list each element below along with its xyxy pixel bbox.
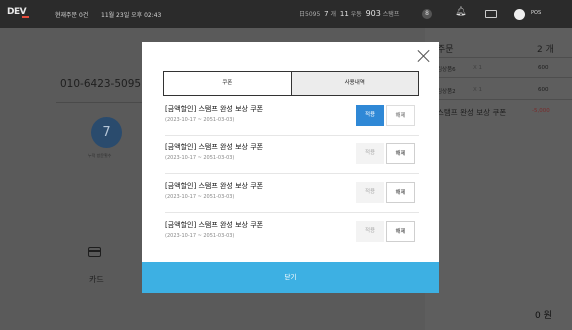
coupon-period: (2023-10-17 ~ 2051-03-03) — [165, 194, 235, 200]
app-logo: DEV — [7, 7, 29, 18]
divider — [56, 102, 156, 103]
card-icon — [88, 247, 101, 257]
coupon-period: (2023-10-17 ~ 2051-03-03) — [165, 117, 235, 123]
tab-usage-history[interactable]: 사용내역 — [290, 72, 418, 95]
order-item-price: 600 — [538, 87, 549, 93]
divider — [165, 173, 419, 174]
apply-button[interactable]: 적용 — [356, 105, 384, 126]
order-item-name: 김상품2 — [437, 89, 456, 95]
divider — [425, 77, 572, 78]
coupon-row: [금액할인] 스탬프 완성 보상 쿠폰 (2023-10-17 ~ 2051-0… — [165, 104, 419, 142]
order-item-name: 김상품6 — [437, 67, 456, 73]
coupon-period: (2023-10-17 ~ 2051-03-03) — [165, 155, 235, 161]
status-stats: 日5095 7 개 11 우동 903 스탬프 — [299, 9, 400, 18]
stamp-label: 누적 방문횟수 — [88, 153, 112, 158]
coupon-name: [금액할인] 스탬프 완성 보상 쿠폰 — [165, 221, 264, 229]
coupon-row: [금액할인] 스탬프 완성 보상 쿠폰 (2023-10-17 ~ 2051-0… — [165, 181, 419, 219]
top-bar: DEV 현재주문 0건 11월 23일 오후 02:43 日5095 7 개 1… — [0, 0, 572, 28]
order-item-price: 600 — [538, 65, 549, 71]
release-button[interactable]: 해제 — [386, 105, 415, 126]
bell-icon[interactable]: 🔔︎ — [455, 7, 466, 17]
applied-coupon-name: 스탬프 완성 보상 쿠폰 — [437, 108, 507, 117]
order-panel — [425, 28, 572, 330]
datetime: 11월 23일 오후 02:43 — [101, 12, 162, 19]
stamp-count-badge: 7 — [91, 117, 122, 148]
order-count: 2 개 — [537, 45, 554, 55]
current-orders-label: 현재주문 0건 — [55, 12, 89, 19]
order-item-qty: X 1 — [473, 65, 483, 71]
divider — [165, 135, 419, 136]
coupon-name: [금액할인] 스탬프 완성 보상 쿠폰 — [165, 143, 264, 151]
pos-label: POS — [531, 10, 542, 16]
customer-phone: 010-6423-5095 — [60, 78, 142, 90]
order-title: 주문 — [437, 45, 454, 55]
coupon-name: [금액할인] 스탬프 완성 보상 쿠폰 — [165, 182, 264, 190]
close-icon[interactable] — [417, 49, 431, 63]
coupon-row: [금액할인] 스탬프 완성 보상 쿠폰 (2023-10-17 ~ 2051-0… — [165, 220, 419, 258]
apply-button[interactable]: 적용 — [356, 182, 384, 203]
mode-toggle[interactable] — [514, 9, 525, 20]
apply-button[interactable]: 적용 — [356, 143, 384, 164]
divider — [425, 99, 572, 100]
coupon-name: [금액할인] 스탬프 완성 보상 쿠폰 — [165, 105, 264, 113]
release-button[interactable]: 해제 — [386, 143, 415, 164]
tab-coupon[interactable]: 쿠폰 — [164, 72, 291, 95]
release-button[interactable]: 해제 — [386, 221, 415, 242]
close-button[interactable]: 닫기 — [142, 262, 439, 293]
release-button[interactable]: 해제 — [386, 182, 415, 203]
coupon-row: [금액할인] 스탬프 완성 보상 쿠폰 (2023-10-17 ~ 2051-0… — [165, 142, 419, 180]
notification-count-badge[interactable]: 8 — [422, 9, 432, 19]
coupon-period: (2023-10-17 ~ 2051-03-03) — [165, 233, 235, 239]
apply-button[interactable]: 적용 — [356, 221, 384, 242]
payment-method-card[interactable]: 카드 — [89, 274, 104, 285]
coupon-tabs: 쿠폰 사용내역 — [163, 71, 419, 96]
divider — [165, 212, 419, 213]
order-total: 0 원 — [535, 311, 552, 321]
applied-coupon-discount: -5,000 — [532, 108, 550, 114]
divider — [425, 57, 572, 58]
order-item-qty: X 1 — [473, 87, 483, 93]
keyboard-icon[interactable] — [485, 10, 497, 18]
